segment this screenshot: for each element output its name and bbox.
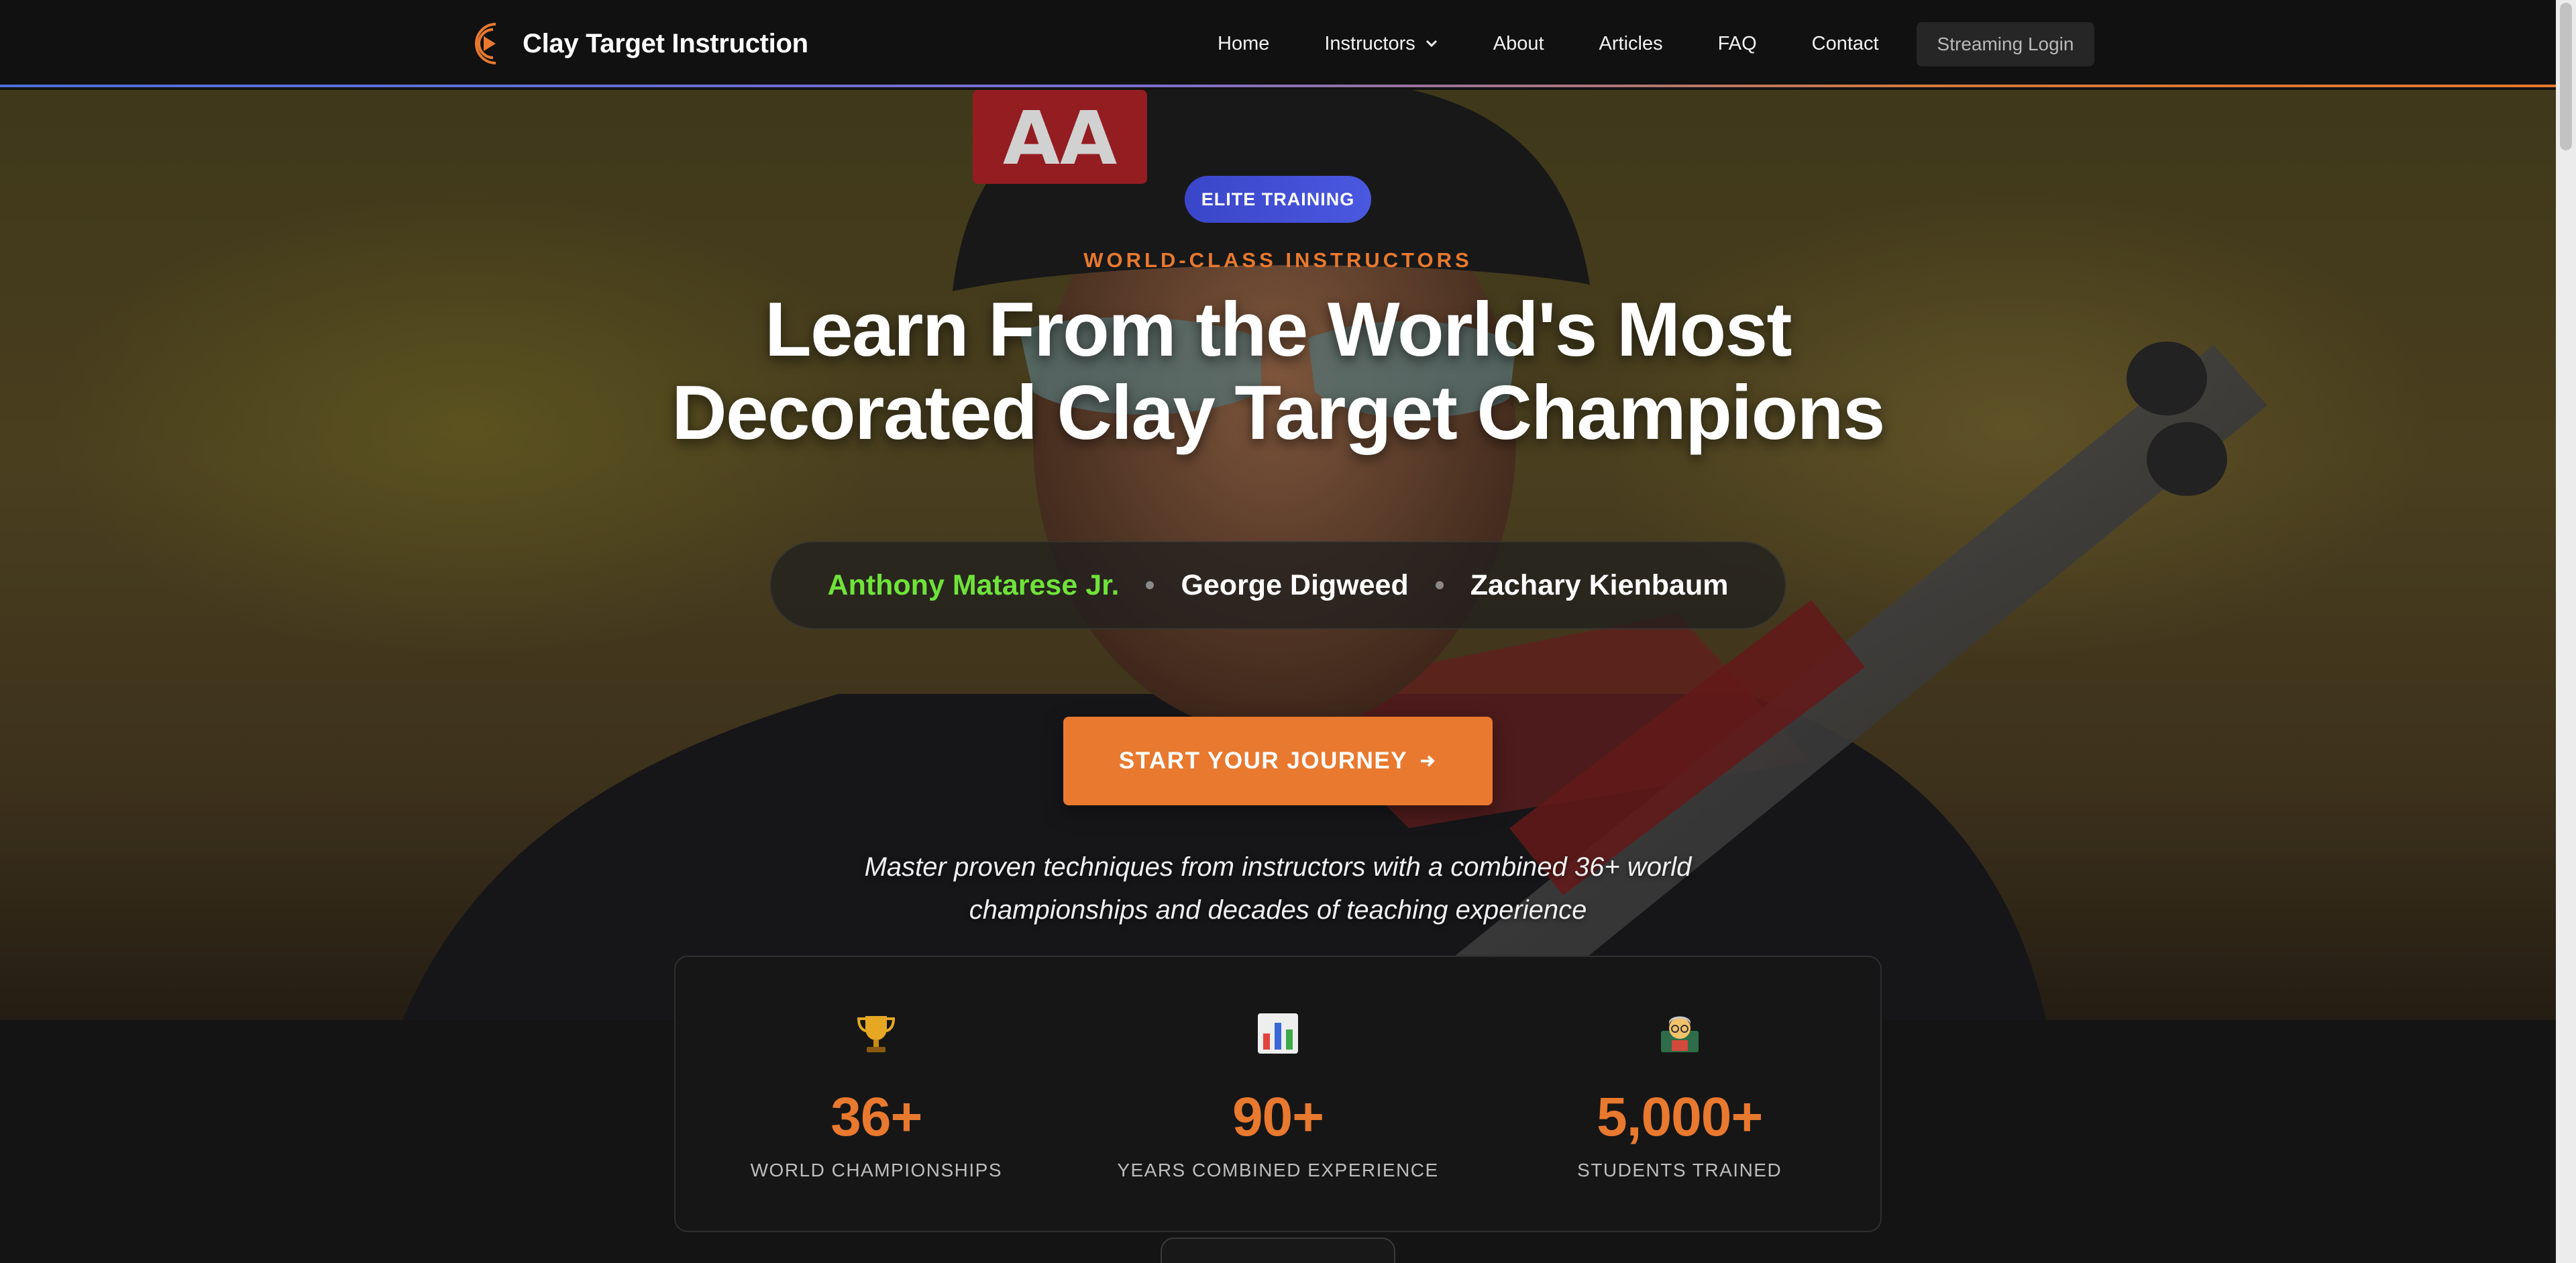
page-scrollbar[interactable]: [2556, 0, 2576, 1263]
navbar: Clay Target Instruction Home Instructors…: [0, 0, 2556, 87]
instructor-name-matarese[interactable]: Anthony Matarese Jr.: [828, 569, 1120, 602]
nav-articles[interactable]: Articles: [1599, 33, 1663, 55]
brand-logo-icon: [475, 23, 496, 64]
separator-dot: [1146, 581, 1155, 589]
main-nav: Home Instructors About Articles FAQ Cont…: [1218, 0, 1934, 87]
stat-students: 5,000+ STUDENTS TRAINED: [1479, 957, 1880, 1231]
stats-card: 36+ WORLD CHAMPIONSHIPS 90+ YEARS COMBIN…: [674, 956, 1882, 1232]
instructor-names-pill: Anthony Matarese Jr. George Digweed Zach…: [769, 541, 1786, 629]
page: Clay Target Instruction Home Instructors…: [0, 0, 2576, 1263]
brand-name: Clay Target Instruction: [523, 28, 808, 58]
stat-label: WORLD CHAMPIONSHIPS: [750, 1160, 1003, 1180]
start-journey-button[interactable]: START YOUR JOURNEY: [1063, 717, 1493, 805]
tagline-line-1: Master proven techniques from instructor…: [864, 852, 1692, 882]
instructor-name-digweed[interactable]: George Digweed: [1181, 569, 1408, 602]
brand[interactable]: Clay Target Instruction: [466, 16, 808, 71]
instructor-name-kienbaum[interactable]: Zachary Kienbaum: [1470, 569, 1729, 602]
bottom-toolbar-widget[interactable]: [1161, 1237, 1395, 1263]
nav-about[interactable]: About: [1493, 33, 1544, 55]
elite-training-badge: ELITE TRAINING: [1185, 176, 1371, 223]
nav-instructors[interactable]: Instructors: [1324, 33, 1438, 55]
chevron-down-icon: [1426, 40, 1437, 48]
stat-label: STUDENTS TRAINED: [1577, 1160, 1782, 1180]
stat-championships: 36+ WORLD CHAMPIONSHIPS: [676, 957, 1077, 1231]
nav-instructors-label: Instructors: [1324, 32, 1415, 54]
nav-faq[interactable]: FAQ: [1718, 33, 1757, 55]
tagline-line-2: championships and decades of teaching ex…: [969, 895, 1587, 925]
streaming-login-button[interactable]: Streaming Login: [1917, 22, 2094, 66]
stat-label: YEARS COMBINED EXPERIENCE: [1117, 1160, 1439, 1180]
bar-chart-icon: [1258, 1013, 1298, 1054]
headline-line-1: Learn From the World's Most: [765, 287, 1792, 372]
stat-value: 90+: [1232, 1087, 1324, 1148]
separator-dot: [1435, 581, 1444, 589]
hero-headline: Learn From the World's Most Decorated Cl…: [0, 289, 2556, 455]
hero-tagline: Master proven techniques from instructor…: [0, 846, 2556, 931]
stat-value: 5,000+: [1597, 1087, 1763, 1148]
hero-eyebrow: WORLD-CLASS INSTRUCTORS: [1083, 248, 1472, 272]
trophy-icon: [857, 1016, 896, 1052]
nav-home[interactable]: Home: [1218, 33, 1269, 55]
arrow-right-icon: [1421, 755, 1435, 767]
headline-line-2: Decorated Clay Target Champions: [672, 370, 1885, 456]
scrollbar-thumb[interactable]: [2560, 3, 2572, 150]
nav-contact[interactable]: Contact: [1812, 33, 1879, 55]
stat-experience: 90+ YEARS COMBINED EXPERIENCE: [1077, 957, 1479, 1231]
stat-value: 36+: [830, 1087, 922, 1148]
teacher-icon: [1660, 1016, 1699, 1052]
hero-section: AA ELITE TRAINING WORLD-CLASS INSTRUCTOR…: [0, 90, 2556, 1020]
start-journey-label: START YOUR JOURNEY: [1118, 748, 1408, 774]
